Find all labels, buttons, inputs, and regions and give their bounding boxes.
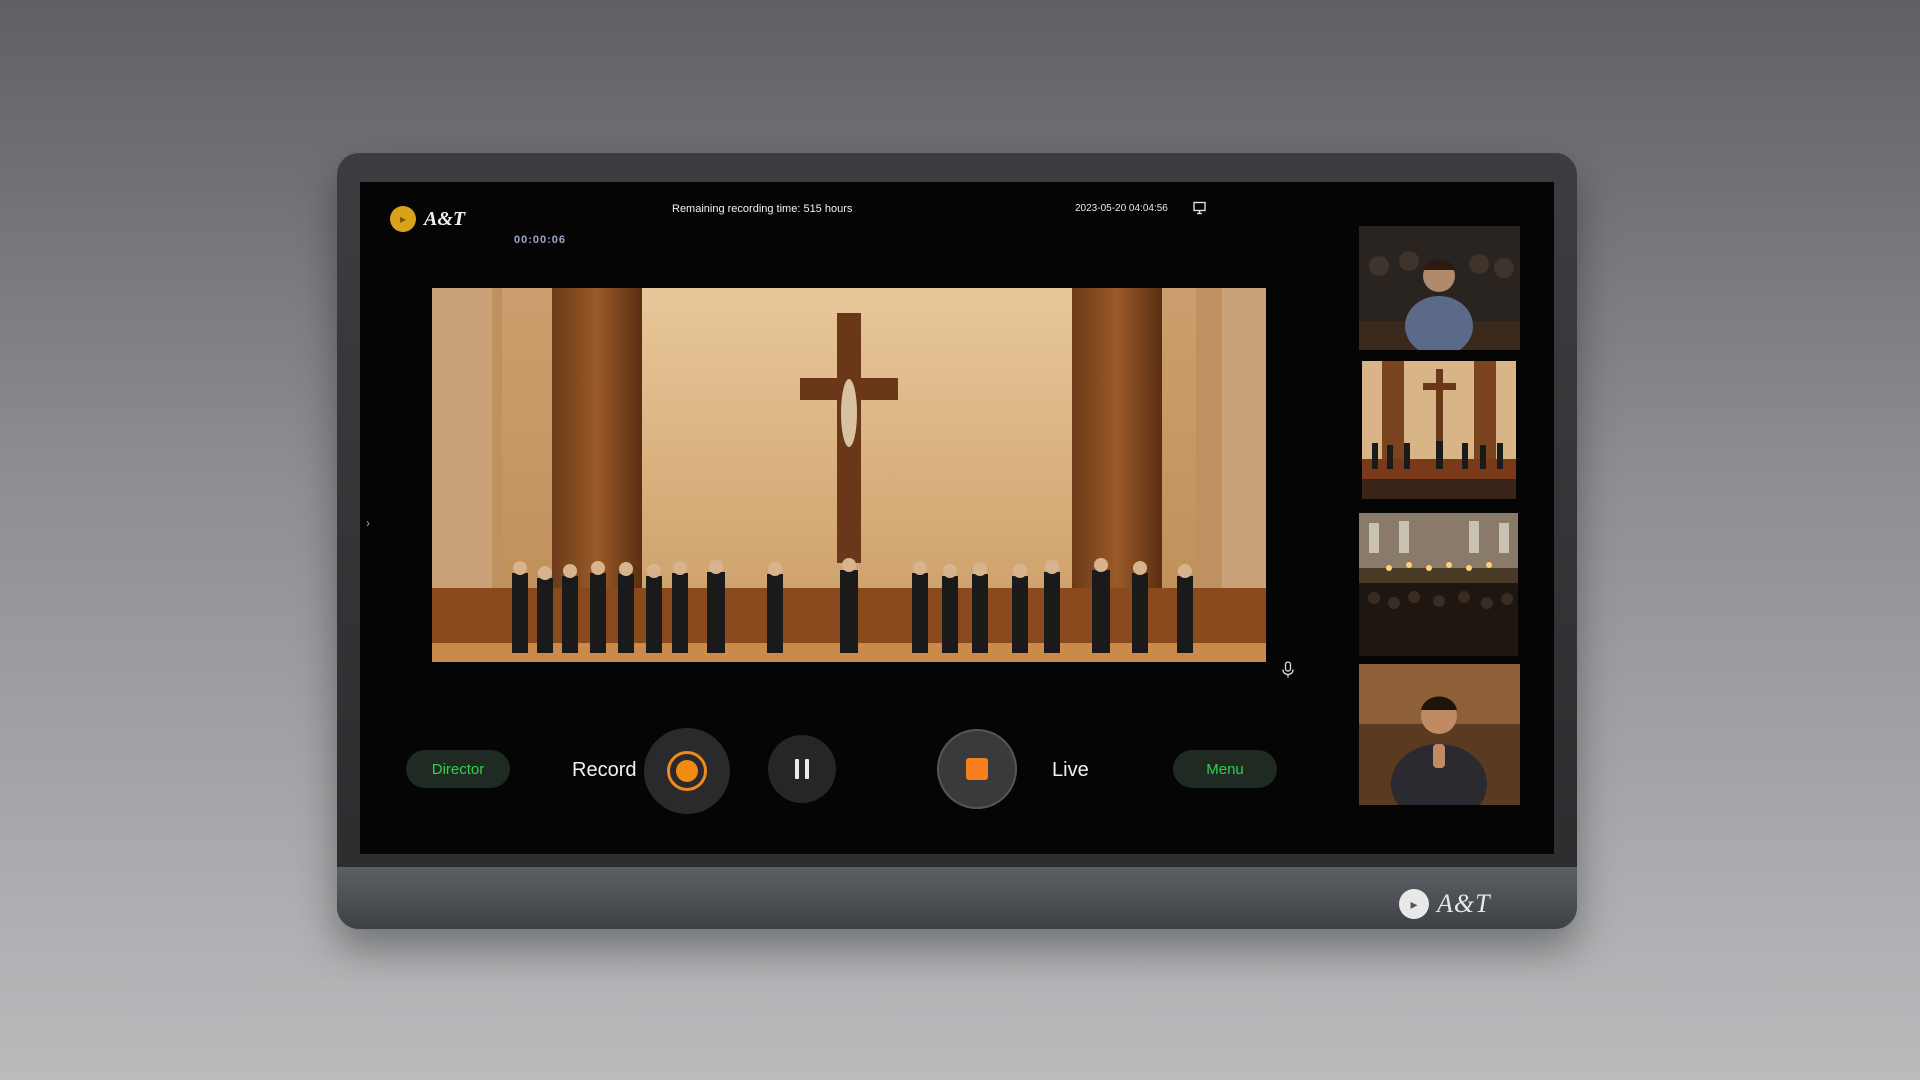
director-button[interactable]: Director (406, 750, 510, 788)
record-label: Record (572, 759, 637, 781)
app-logo: ▸ A&T (390, 206, 465, 232)
record-icon (667, 751, 707, 791)
pause-button[interactable] (768, 735, 836, 803)
pause-icon (795, 759, 809, 779)
microphone-icon[interactable] (1281, 661, 1295, 679)
device-bottom-bezel (337, 867, 1577, 929)
menu-button[interactable]: Menu (1173, 750, 1277, 788)
display-screen: ▸ A&T 00:00:06 Remaining recording time:… (360, 182, 1554, 854)
camera-thumbnail-4[interactable] (1359, 664, 1520, 805)
camera-thumbnail-1[interactable] (1359, 226, 1520, 350)
current-datetime: 2023-05-20 04:04:56 (1075, 203, 1168, 214)
bezel-logo-icon: ▸ (1399, 889, 1429, 919)
brand-name: A&T (424, 207, 466, 230)
record-button[interactable] (644, 728, 730, 814)
bezel-logo: ▸ A&T (1399, 889, 1491, 919)
camera-thumbnail-2[interactable] (1362, 361, 1516, 499)
logo-icon: ▸ (390, 206, 416, 232)
bezel-brand-text: A&T (1437, 889, 1491, 918)
program-preview[interactable] (432, 288, 1266, 662)
camera-thumbnail-3[interactable] (1359, 513, 1518, 656)
live-label: Live (1052, 759, 1089, 781)
remaining-recording-time: Remaining recording time: 515 hours (672, 203, 853, 215)
live-stop-button[interactable] (937, 729, 1017, 809)
cast-icon[interactable] (1192, 200, 1208, 216)
stop-icon (966, 758, 988, 780)
chevron-right-icon[interactable]: › (366, 516, 370, 530)
elapsed-timer: 00:00:06 (514, 234, 567, 246)
